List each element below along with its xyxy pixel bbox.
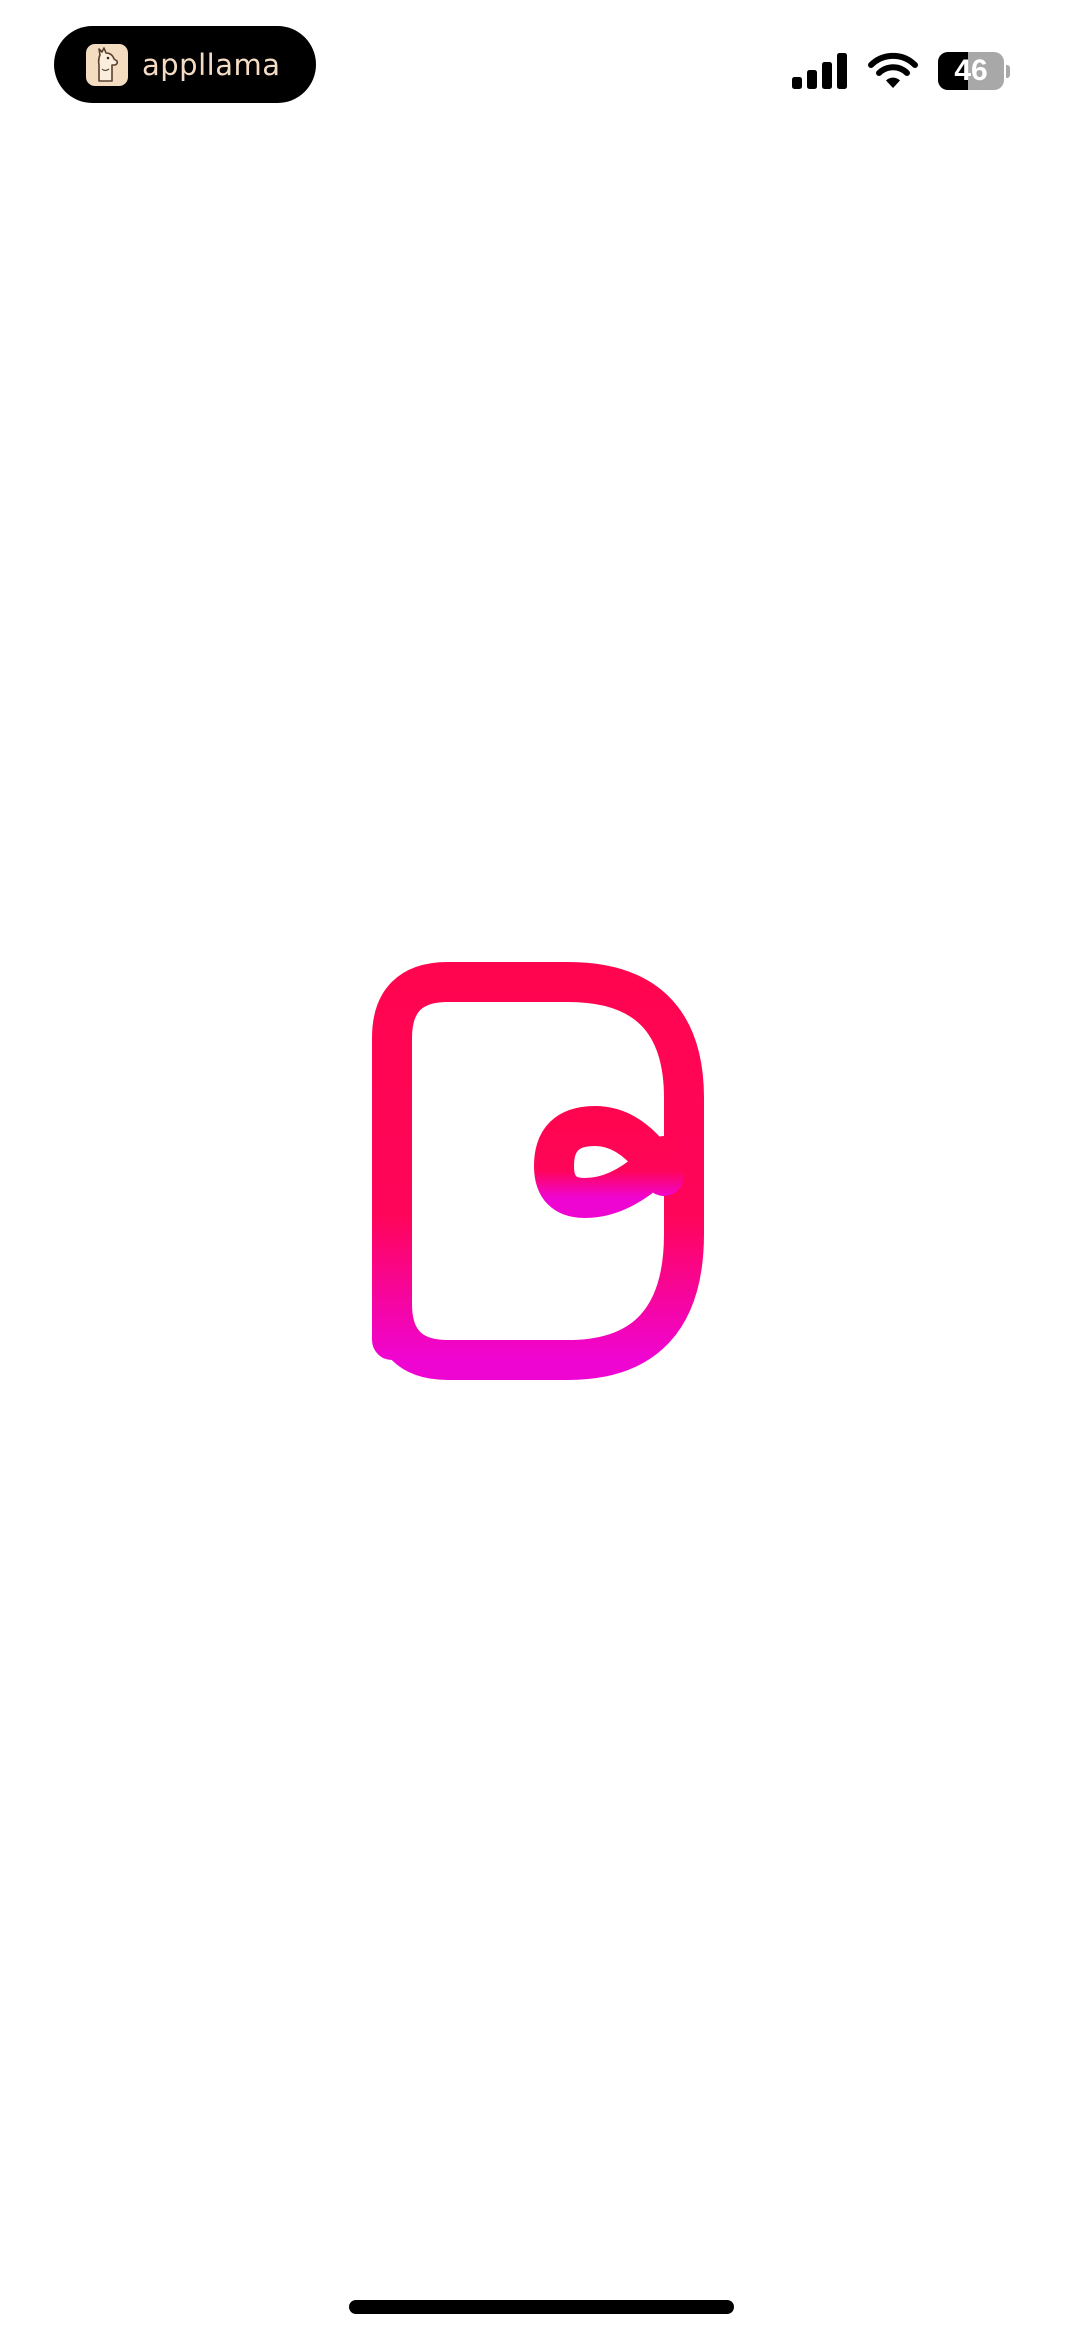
bazaart-b-logo-icon [372,962,712,1380]
cellular-signal-icon [792,53,847,89]
battery-body: 46 [938,52,1004,90]
battery-level-text: 46 [954,54,988,87]
llama-icon [86,43,128,86]
battery-indicator: 46 [938,52,1010,90]
status-bar: appllama 46 [0,0,1080,130]
app-pill[interactable]: appllama [54,26,316,103]
status-icons: 46 [792,50,1010,92]
home-indicator[interactable] [349,2300,734,2314]
battery-tip [1006,64,1010,78]
splash-screen: appllama 46 [0,0,1080,2337]
app-pill-label: appllama [142,47,281,82]
wifi-icon [868,52,918,88]
